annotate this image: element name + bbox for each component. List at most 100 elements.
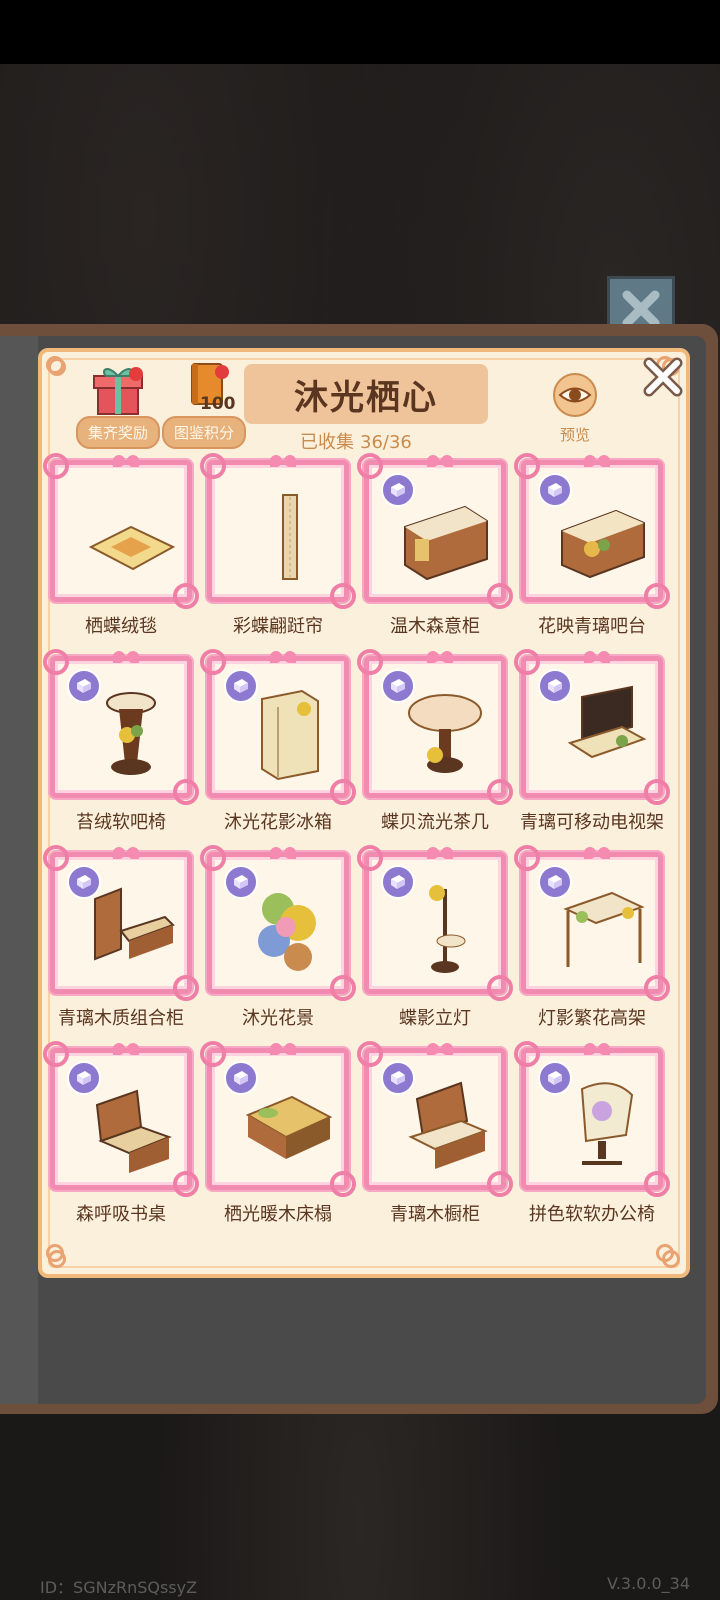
book-points-icon: 100 xyxy=(174,362,236,416)
collect-reward-label: 集齐奖励 xyxy=(76,416,161,449)
furniture-type-icon xyxy=(381,1061,415,1095)
item-name: 蝶贝流光茶几 xyxy=(381,812,489,833)
item-frame xyxy=(200,845,356,1001)
item-card[interactable]: 花映青璃吧台 xyxy=(514,453,670,660)
bow-ornament xyxy=(270,847,296,861)
item-name: 温木森意柜 xyxy=(390,616,480,637)
furniture-type-icon xyxy=(224,865,258,899)
item-frame xyxy=(357,453,513,609)
furniture-type-icon xyxy=(67,669,101,703)
furniture-type-icon xyxy=(224,1061,258,1095)
item-frame xyxy=(200,1041,356,1197)
bow-ornament xyxy=(584,651,610,665)
item-name: 彩蝶翩跹帘 xyxy=(233,616,323,637)
furniture-type-icon xyxy=(538,669,572,703)
item-frame xyxy=(357,1041,513,1197)
bow-ornament xyxy=(427,1043,453,1057)
item-name: 灯影繁花高架 xyxy=(538,1008,646,1029)
item-card[interactable]: 灯影繁花高架 xyxy=(514,845,670,1052)
item-frame xyxy=(514,649,670,805)
item-name: 沐光花影冰箱 xyxy=(224,812,332,833)
item-frame xyxy=(200,453,356,609)
furniture-type-icon xyxy=(67,865,101,899)
version-label: V.3.0.0_34 xyxy=(606,1574,690,1593)
bow-ornament xyxy=(427,847,453,861)
item-name: 青璃木橱柜 xyxy=(390,1204,480,1225)
bow-ornament xyxy=(113,651,139,665)
item-frame xyxy=(43,1041,199,1197)
bow-ornament xyxy=(427,651,453,665)
furniture-type-icon xyxy=(67,1061,101,1095)
item-name: 蝶影立灯 xyxy=(399,1008,471,1029)
item-name: 森呼吸书桌 xyxy=(76,1204,166,1225)
item-card[interactable]: 沐光花影冰箱 xyxy=(200,649,356,856)
collected-label: 已收集 xyxy=(300,432,354,453)
item-frame xyxy=(514,1041,670,1197)
item-name: 花映青璃吧台 xyxy=(538,616,646,637)
bow-ornament xyxy=(113,1043,139,1057)
bow-ornament xyxy=(113,455,139,469)
game-screen: 集齐奖励 100 图鉴积分 沐光栖心 已收集 36/36 预览 栖蝶绒毯 彩蝶翩… xyxy=(0,0,720,1600)
player-id: ID：SGNzRnSQssyZ xyxy=(40,1578,198,1597)
item-frame xyxy=(43,649,199,805)
item-card[interactable]: 栖光暖木床榻 xyxy=(200,1041,356,1248)
item-frame xyxy=(200,649,356,805)
furniture-type-icon xyxy=(381,669,415,703)
item-frame xyxy=(357,649,513,805)
bow-ornament xyxy=(584,455,610,469)
furniture-type-icon xyxy=(381,865,415,899)
furniture-type-icon xyxy=(538,473,572,507)
close-icon[interactable] xyxy=(640,354,686,400)
bow-ornament xyxy=(270,455,296,469)
item-frame xyxy=(43,845,199,1001)
bow-ornament xyxy=(270,651,296,665)
bow-ornament xyxy=(113,847,139,861)
item-card[interactable]: 苔绒软吧椅 xyxy=(43,649,199,856)
item-card[interactable]: 温木森意柜 xyxy=(357,453,513,660)
item-name: 栖蝶绒毯 xyxy=(85,616,157,637)
eye-icon xyxy=(553,373,597,417)
preview-button[interactable]: 预览 xyxy=(552,372,598,445)
item-card[interactable]: 青璃可移动电视架 xyxy=(514,649,670,856)
set-title: 沐光栖心 xyxy=(294,377,438,418)
item-name: 苔绒软吧椅 xyxy=(76,812,166,833)
item-frame xyxy=(43,453,199,609)
item-frame xyxy=(514,845,670,1001)
preview-label: 预览 xyxy=(559,426,590,444)
collected-progress: 已收集 36/36 xyxy=(300,428,412,454)
furniture-type-icon xyxy=(538,1061,572,1095)
item-card[interactable]: 青璃木质组合柜 xyxy=(43,845,199,1052)
collected-value: 36/36 xyxy=(360,432,412,453)
points-value: 100 xyxy=(200,394,236,414)
corner-ornament xyxy=(46,356,72,382)
collect-reward-button[interactable]: 集齐奖励 xyxy=(76,362,161,449)
furniture-type-icon xyxy=(224,669,258,703)
collection-points-label: 图鉴积分 xyxy=(162,416,247,449)
item-card[interactable]: 拼色软软办公椅 xyxy=(514,1041,670,1248)
item-card[interactable]: 青璃木橱柜 xyxy=(357,1041,513,1248)
item-card[interactable]: 森呼吸书桌 xyxy=(43,1041,199,1248)
furniture-type-icon xyxy=(538,865,572,899)
bow-ornament xyxy=(270,1043,296,1057)
collection-points-button[interactable]: 100 图鉴积分 xyxy=(162,362,247,449)
furniture-type-icon xyxy=(381,473,415,507)
bow-ornament xyxy=(427,455,453,469)
item-card[interactable]: 蝶贝流光茶几 xyxy=(357,649,513,856)
item-card[interactable]: 蝶影立灯 xyxy=(357,845,513,1052)
book-spine xyxy=(0,336,38,1404)
bow-ornament xyxy=(584,847,610,861)
set-title-box: 沐光栖心 xyxy=(244,364,488,424)
item-frame xyxy=(514,453,670,609)
gift-icon xyxy=(93,367,143,415)
item-name: 青璃可移动电视架 xyxy=(520,812,664,833)
item-name: 沐光花景 xyxy=(242,1008,314,1029)
rug-icon xyxy=(81,487,181,587)
item-name: 青璃木质组合柜 xyxy=(58,1008,184,1029)
bow-ornament xyxy=(584,1043,610,1057)
item-card[interactable]: 沐光花景 xyxy=(200,845,356,1052)
curtain-icon xyxy=(238,487,338,587)
item-card[interactable]: 彩蝶翩跹帘 xyxy=(200,453,356,660)
item-name: 栖光暖木床榻 xyxy=(224,1204,332,1225)
status-bar xyxy=(0,0,720,64)
item-card[interactable]: 栖蝶绒毯 xyxy=(43,453,199,660)
